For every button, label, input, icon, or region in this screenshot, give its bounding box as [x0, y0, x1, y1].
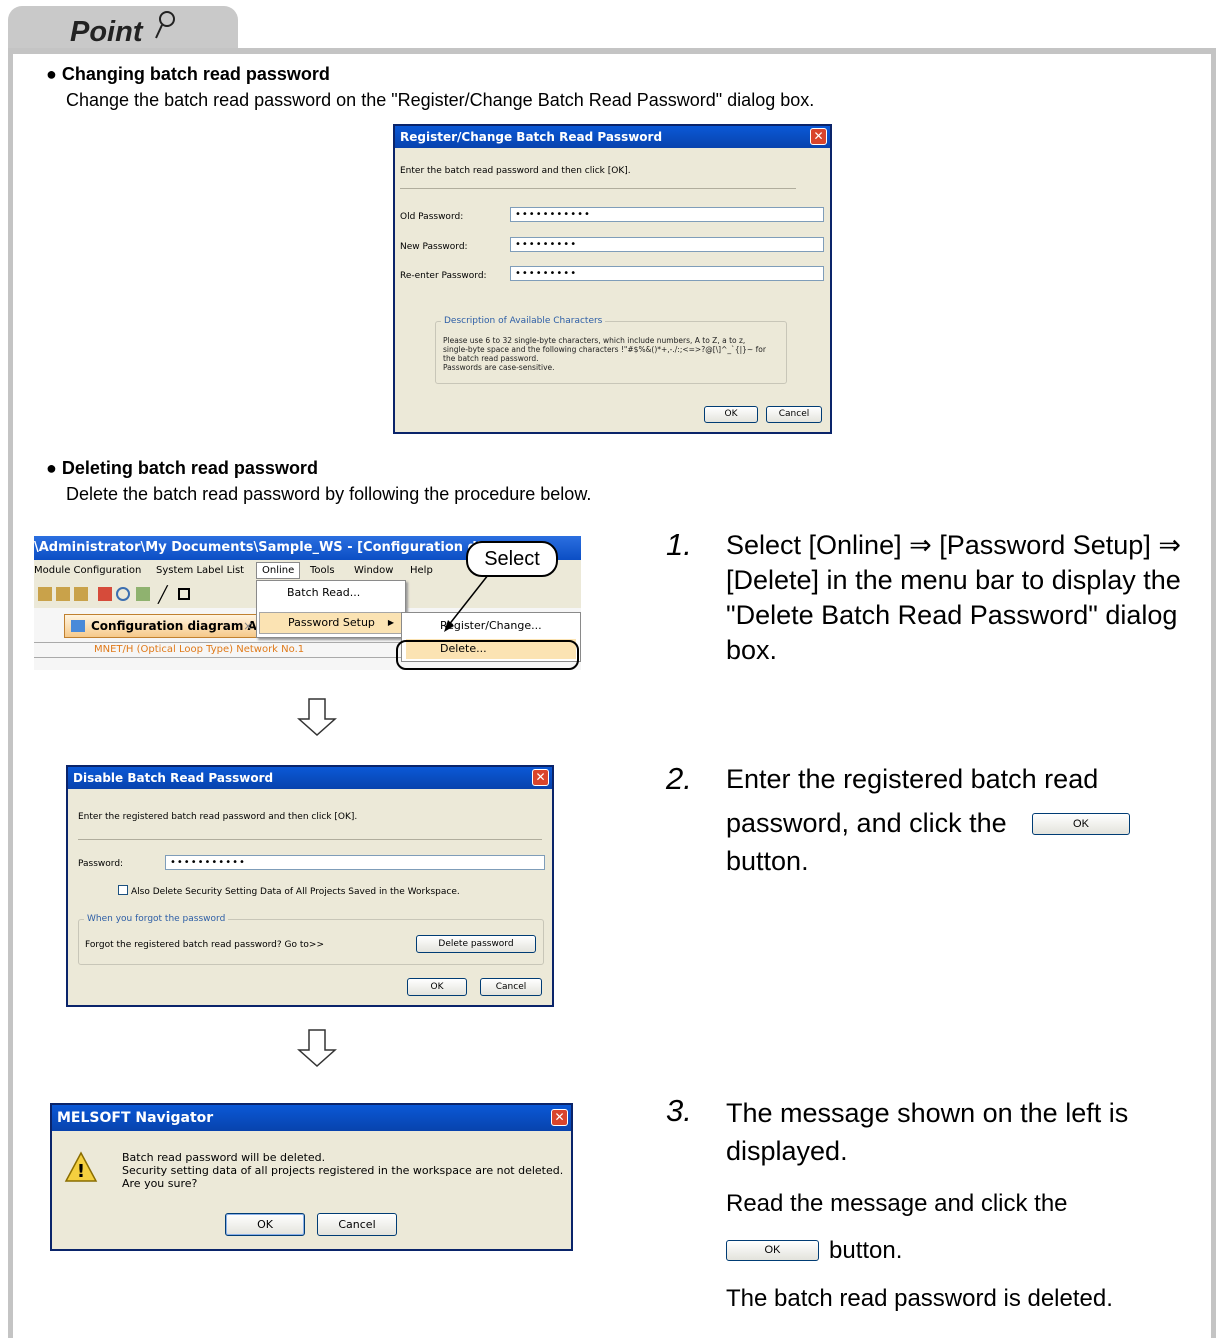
- message-line: Security setting data of all projects re…: [122, 1164, 564, 1177]
- step-2-number: 2.: [666, 761, 692, 796]
- step-3-number: 3.: [666, 1093, 692, 1128]
- step-2-text: password, and click the: [726, 808, 1007, 838]
- cancel-button[interactable]: Cancel: [480, 978, 542, 996]
- ok-button[interactable]: OK: [704, 406, 758, 423]
- step-2-text: Enter the registered batch read: [726, 764, 1099, 794]
- menu-window[interactable]: Window: [354, 560, 393, 581]
- close-icon[interactable]: ✕: [551, 1109, 568, 1126]
- ok-button[interactable]: OK: [225, 1213, 305, 1236]
- ok-button[interactable]: OK: [407, 978, 467, 996]
- old-password-label: Old Password:: [400, 212, 464, 222]
- online-menu: Batch Read... Password Setup ▶: [256, 580, 406, 638]
- select-callout: Select: [466, 541, 558, 577]
- diagram-icon: [71, 620, 85, 632]
- also-delete-checkbox[interactable]: Also Delete Security Setting Data of All…: [118, 885, 460, 897]
- toolbar-config-icon[interactable]: [38, 587, 52, 601]
- menu-tools[interactable]: Tools: [310, 560, 335, 581]
- toolbar-check-icon[interactable]: [136, 587, 150, 601]
- step-3-text: The batch read password is deleted.: [726, 1285, 1113, 1312]
- toolbar-info-icon[interactable]: [98, 587, 112, 601]
- cancel-button[interactable]: Cancel: [766, 406, 822, 423]
- menu-module-configuration[interactable]: Module Configuration: [34, 560, 141, 581]
- delete-highlight: [396, 640, 579, 670]
- delete-password-button[interactable]: Delete password: [416, 935, 536, 953]
- reenter-password-label: Re-enter Password:: [400, 271, 487, 281]
- section-delete-title: ● Deleting batch read password: [46, 458, 318, 478]
- toolbar-zoom-icon[interactable]: [116, 587, 130, 601]
- section-change-title: ● Changing batch read password: [46, 64, 330, 84]
- step-3-text: displayed.: [726, 1136, 848, 1166]
- old-password-field[interactable]: •••••••••••: [510, 207, 824, 222]
- forgot-password-group: When you forgot the password Forgot the …: [78, 914, 544, 965]
- dialog-title: Register/Change Batch Read Password ✕: [395, 126, 830, 148]
- password-label: Password:: [78, 859, 124, 869]
- message-line: Are you sure?: [122, 1177, 198, 1190]
- down-arrow-icon: [297, 1029, 337, 1068]
- warning-icon: !: [64, 1151, 98, 1182]
- step-1-number: 1.: [666, 527, 692, 562]
- tab-configuration-diagram[interactable]: Configuration diagram A ×: [64, 614, 262, 638]
- close-icon[interactable]: ✕: [810, 128, 827, 145]
- svg-text:!: !: [77, 1161, 85, 1182]
- menu-item-batch-read[interactable]: Batch Read...: [287, 586, 360, 599]
- inline-ok-button: OK: [1032, 813, 1130, 835]
- step-2-text: button.: [726, 846, 809, 876]
- menu-online[interactable]: Online: [256, 562, 301, 579]
- menu-help[interactable]: Help: [410, 560, 433, 581]
- new-password-label: New Password:: [400, 242, 468, 252]
- toolbar-config-icon[interactable]: [56, 587, 70, 601]
- point-label: Point: [70, 16, 143, 48]
- available-chars-group: Description of Available Characters Plea…: [435, 316, 787, 384]
- menu-system-label-list[interactable]: System Label List: [156, 560, 244, 581]
- down-arrow-icon: [297, 698, 337, 737]
- reenter-password-field[interactable]: •••••••••: [510, 266, 824, 281]
- step-3-text: Read the message and click the: [726, 1190, 1068, 1217]
- dialog-instruction: Enter the batch read password and then c…: [400, 166, 631, 176]
- dialog-title: Disable Batch Read Password ✕: [68, 767, 552, 789]
- section-delete-desc: Delete the batch read password by follow…: [66, 484, 592, 504]
- message-line: Batch read password will be deleted.: [122, 1151, 326, 1164]
- tab-close-icon[interactable]: ×: [243, 615, 253, 637]
- close-icon[interactable]: ✕: [532, 769, 549, 786]
- disable-password-dialog: Disable Batch Read Password ✕ Enter the r…: [66, 765, 554, 1007]
- point-pin-icon: [155, 11, 175, 39]
- toolbar-config-icon[interactable]: [74, 587, 88, 601]
- dialog-instruction: Enter the registered batch read password…: [78, 812, 358, 822]
- new-password-field[interactable]: •••••••••: [510, 237, 824, 252]
- cancel-button[interactable]: Cancel: [317, 1213, 397, 1236]
- toolbar-line-icon[interactable]: ╱: [158, 585, 168, 604]
- toolbar-rect-icon[interactable]: [178, 588, 190, 600]
- step-3-text: The message shown on the left is: [726, 1098, 1129, 1128]
- section-change-desc: Change the batch read password on the "R…: [66, 90, 815, 110]
- point-tab: Point: [8, 6, 238, 52]
- step-3-text: button.: [829, 1237, 903, 1264]
- password-field[interactable]: •••••••••••: [165, 855, 545, 870]
- menu-item-password-setup[interactable]: Password Setup ▶: [259, 612, 403, 634]
- register-password-dialog: Register/Change Batch Read Password ✕ Ent…: [393, 124, 832, 434]
- navigator-message-dialog: MELSOFT Navigator ✕ ! Batch read password…: [50, 1103, 573, 1251]
- inline-ok-button: OK: [726, 1240, 819, 1261]
- dialog-title: MELSOFT Navigator ✕: [52, 1105, 571, 1131]
- step-1-text: Select [Online] ⇒ [Password Setup] ⇒ [De…: [726, 530, 1181, 665]
